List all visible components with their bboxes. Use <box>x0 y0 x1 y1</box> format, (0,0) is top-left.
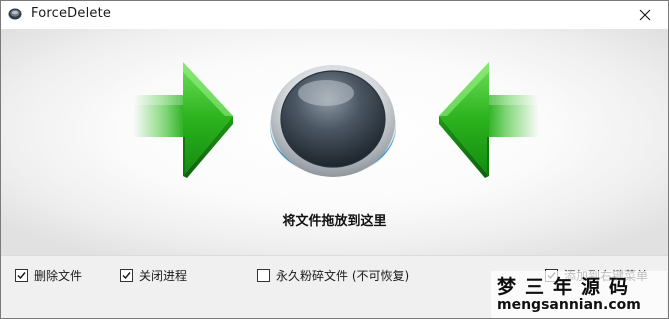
checkbox-close-process[interactable] <box>120 268 133 282</box>
option-delete-file[interactable]: 删除文件 <box>15 267 82 283</box>
close-button[interactable] <box>628 3 662 27</box>
option-shred-file-label: 永久粉碎文件 (不可恢复) <box>276 268 410 283</box>
checkbox-delete-file[interactable] <box>15 268 28 282</box>
arrow-left-green-icon <box>439 62 539 178</box>
checkmark-icon <box>122 271 131 279</box>
option-close-process-label: 关闭进程 <box>139 268 188 283</box>
checkmark-icon <box>17 271 26 279</box>
option-shred-file[interactable]: 永久粉碎文件 (不可恢复) <box>257 267 409 283</box>
option-close-process[interactable]: 关闭进程 <box>120 267 187 283</box>
close-icon <box>639 9 651 21</box>
drop-button-icon[interactable] <box>266 59 401 184</box>
option-delete-file-label: 删除文件 <box>34 268 83 283</box>
watermark-en: mengsannian.com <box>497 297 641 313</box>
checkbox-shred-file[interactable] <box>257 268 270 282</box>
watermark: 梦三年源码 mengsannian.com <box>491 271 667 318</box>
window-title: ForceDelete <box>31 6 112 21</box>
watermark-cn: 梦三年源码 <box>497 276 638 298</box>
title-bar[interactable]: ForceDelete <box>1 1 668 29</box>
arrow-right-green-icon <box>133 62 233 178</box>
drop-instruction: 将文件拖放到这里 <box>282 214 387 229</box>
app-icon <box>8 8 22 20</box>
drop-zone[interactable]: 将文件拖放到这里 <box>1 29 668 255</box>
forcedelete-window: ForceDelete 将文件拖放到这里 删除文件 关闭进程 永久粉碎文件 (不… <box>0 0 669 319</box>
